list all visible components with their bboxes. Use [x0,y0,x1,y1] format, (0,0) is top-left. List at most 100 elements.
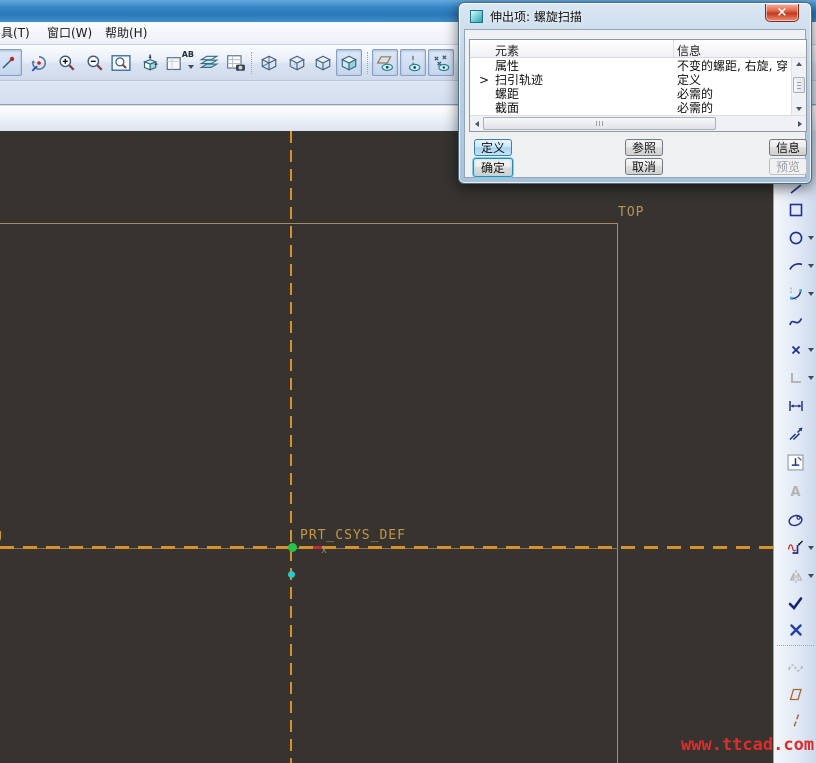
datum-point-toggle-button[interactable] [428,49,454,76]
dimension-tool-icon [788,398,804,414]
menu-item-window[interactable]: 窗口(W) [44,25,95,42]
ok-button[interactable]: 确定 [473,158,513,177]
vertical-scrollbar[interactable] [791,58,806,115]
line-tool-button[interactable] [776,183,815,195]
fillet-tool-button[interactable] [776,282,815,306]
zoom-in-button[interactable] [54,49,80,76]
centerline-tool-icon [789,713,803,730]
use-edge-dropdown-caret[interactable] [808,546,814,550]
horizontal-scroll-thumb[interactable] [483,117,716,130]
parallelogram-tool-button[interactable] [776,682,815,706]
view-manager-button[interactable] [222,49,250,76]
accept-button[interactable] [776,591,815,615]
element-table-rows: 属性 不变的螺距, 右旋, 穿 > 扫引轨迹 定义 螺距 必需的 [470,58,791,115]
datum-label-left-partial: J [0,530,4,545]
row-element-label: 截面 [495,101,519,115]
refit-icon [111,54,131,72]
datum-axis-toggle-icon [404,54,422,72]
menu-item-help[interactable]: 帮助(H) [102,25,150,42]
fillet-tool-dropdown-caret[interactable] [808,292,814,296]
datum-plane-top-edge-v[interactable] [617,223,618,763]
datum-axis-toggle-button[interactable] [400,49,426,76]
csys-tool-button[interactable] [776,366,815,390]
info-button[interactable]: 信息 [769,139,807,156]
close-icon: × [777,6,788,19]
dialog-titlebar[interactable]: 伸出项: 螺旋扫描 [459,3,811,29]
menu-item-tools[interactable]: 具(T) [0,25,33,42]
circle-tool-button[interactable] [776,226,815,250]
mirror-trim-tool-button[interactable] [776,564,815,588]
references-button[interactable]: 参照 [625,139,663,156]
dimension-tool-button[interactable] [776,394,815,418]
row-info-value: 必需的 [677,101,787,115]
wireframe-display-button[interactable] [256,49,282,76]
cancel-button[interactable] [776,618,815,642]
toolbar-separator [777,645,814,646]
text-tool-button[interactable]: A [776,480,815,504]
vertical-scroll-thumb[interactable] [793,77,805,93]
scroll-right-button[interactable] [793,116,806,131]
datum-plane-toggle-button[interactable] [372,49,398,76]
hidden-line-display-icon [288,54,306,72]
point-tool-button[interactable] [776,338,815,362]
constraint-tool-button[interactable] [776,450,815,474]
datum-label-top[interactable]: TOP [618,205,644,220]
use-edge-tool-button[interactable] [776,536,815,560]
layers-button[interactable] [196,49,222,76]
arc-tool-button[interactable] [776,254,815,278]
zoom-out-button[interactable] [82,49,108,76]
circle-tool-dropdown-caret[interactable] [808,236,814,240]
datum-centerline-horizontal[interactable] [0,546,773,549]
define-button[interactable]: 定义 [474,139,512,156]
spline-tool-button[interactable] [776,310,815,334]
named-views-button[interactable]: AB [162,49,196,76]
dialog-close-button[interactable]: × [765,4,799,22]
modify-dims-tool-icon [788,426,804,442]
csys-label[interactable]: PRT_CSYS_DEF [300,528,406,543]
column-header-element: 元素 [495,42,519,59]
centerline-tool-button[interactable] [776,709,815,733]
shaded-display-button[interactable] [336,49,362,76]
rectangle-tool-button[interactable] [776,198,815,222]
refit-button[interactable] [108,49,134,76]
hidden-line-display-button[interactable] [284,49,310,76]
element-table-header: 元素 信息 [470,40,806,58]
sketch-line-partial-button[interactable] [0,49,22,76]
watermark-text: www.ttcad.com [681,735,814,755]
column-header-info: 信息 [677,42,701,59]
modify-dims-tool-button[interactable] [776,422,815,446]
preview-button[interactable]: 预览 [769,158,807,175]
scroll-left-button[interactable] [470,116,483,131]
cancel-button[interactable]: 取消 [625,158,663,175]
horizontal-scrollbar[interactable] [470,115,806,131]
point-tool-dropdown-caret[interactable] [808,348,814,352]
arrow-left-icon [475,121,479,127]
csys-tool-dropdown-caret[interactable] [808,376,814,380]
table-row-sweep-trajectory[interactable]: > 扫引轨迹 定义 [470,73,791,87]
palette-tool-button[interactable] [776,508,815,532]
no-hidden-display-icon [314,54,332,72]
repaint-icon [140,54,158,72]
use-edge-tool-icon [787,540,804,556]
csys-origin-point[interactable] [288,543,297,552]
datum-plane-toggle-icon [376,54,394,72]
spline-tool-icon [788,314,804,330]
mirror-trim-dropdown-caret[interactable] [808,574,814,578]
no-hidden-display-button[interactable] [310,49,336,76]
spin-center-button[interactable] [26,49,52,76]
element-table: 元素 信息 属性 不变的螺距, 右旋, 穿 > 扫引轨迹 定义 [469,39,807,132]
scroll-up-button[interactable] [792,58,806,70]
table-row-attributes[interactable]: 属性 不变的螺距, 右旋, 穿 [470,59,791,73]
arc-tool-dropdown-caret[interactable] [808,264,814,268]
datum-centerline-vertical[interactable] [290,131,292,763]
table-row-section[interactable]: 截面 必需的 [470,101,791,115]
datum-plane-top-edge-h[interactable] [0,223,618,224]
graphics-canvas[interactable]: TOP PRT_CSYS_DEF J x [0,131,773,763]
repaint-button[interactable] [136,49,162,76]
toolbar-separator [251,52,252,74]
scroll-down-button[interactable] [792,103,806,115]
constraint-tool-icon [787,454,804,471]
csys-y-axis-point[interactable] [288,571,295,578]
table-row-pitch[interactable]: 螺距 必需的 [470,87,791,101]
spline-fit-tool-button[interactable] [776,654,815,678]
